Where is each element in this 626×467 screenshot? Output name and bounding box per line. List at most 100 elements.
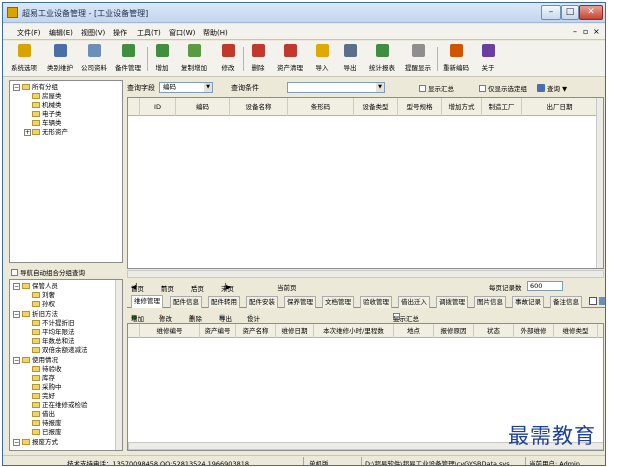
list-item[interactable]: 完好 bbox=[32, 392, 55, 401]
tab-documents[interactable]: 文档管理 bbox=[322, 296, 354, 308]
only-selected-group-checkbox[interactable]: 仅显示选定组 bbox=[479, 83, 527, 93]
add-button[interactable]: 增加 bbox=[149, 44, 175, 74]
column-header[interactable]: 增加方式 bbox=[442, 98, 482, 116]
tab-menu-icon[interactable] bbox=[599, 297, 605, 305]
export-button[interactable]: 导出 bbox=[337, 44, 363, 74]
list-item[interactable]: 采购中 bbox=[32, 383, 62, 392]
section-collapse-toggle[interactable]: − bbox=[13, 357, 20, 364]
tab-accidents[interactable]: 事故记录 bbox=[512, 296, 544, 308]
reminder-display-button[interactable]: 提醒显示 bbox=[401, 44, 435, 74]
tree-collapse-toggle[interactable]: − bbox=[13, 84, 20, 91]
tree-node-electronics[interactable]: 电子类 bbox=[32, 110, 62, 119]
list-item[interactable]: 刘奢 bbox=[32, 291, 55, 300]
column-header[interactable]: 地点 bbox=[394, 324, 434, 338]
section-usage[interactable]: 使用情况 bbox=[22, 356, 58, 365]
delete-button[interactable]: 删除 bbox=[245, 44, 271, 74]
tab-acceptance[interactable]: 验收管理 bbox=[360, 296, 392, 308]
copy-add-button[interactable]: 复制增加 bbox=[177, 44, 211, 74]
column-header[interactable]: 资产名称 bbox=[236, 324, 276, 338]
recode-button[interactable]: 重新编码 bbox=[439, 44, 473, 74]
query-condition-select[interactable]: ▼ bbox=[287, 82, 385, 93]
menu-view[interactable]: 视图(V) bbox=[81, 28, 105, 38]
minimize-button[interactable]: – bbox=[541, 5, 561, 20]
mdi-minimize-button[interactable]: – bbox=[573, 27, 577, 36]
category-maintenance-button[interactable]: 类别维护 bbox=[45, 44, 75, 74]
list-item[interactable]: 库存 bbox=[32, 374, 55, 383]
maximize-button[interactable]: □ bbox=[561, 5, 579, 20]
list-item[interactable]: 正在维修或检验 bbox=[32, 401, 88, 410]
tab-parts-install[interactable]: 配件安装 bbox=[246, 296, 278, 308]
query-button[interactable]: 查询 ▼ bbox=[537, 83, 567, 93]
list-item[interactable]: 借出 bbox=[32, 410, 55, 419]
list-item[interactable]: 不计提折旧 bbox=[32, 319, 75, 328]
per-page-input[interactable]: 600 bbox=[527, 281, 563, 291]
section-collapse-toggle[interactable]: − bbox=[13, 311, 20, 318]
section-custodian[interactable]: 保管人员 bbox=[22, 282, 58, 291]
section-collapse-toggle[interactable]: − bbox=[13, 283, 20, 290]
about-button[interactable]: 关于 bbox=[475, 44, 501, 74]
column-header[interactable]: 外部维修 bbox=[514, 324, 554, 338]
tree-node-intangible[interactable]: 无形资产 bbox=[32, 128, 68, 137]
column-header[interactable]: ID bbox=[140, 98, 176, 116]
column-header[interactable]: 设备名称 bbox=[230, 98, 288, 116]
tree-expand-toggle[interactable]: + bbox=[24, 129, 31, 136]
column-header[interactable]: 维修类型 bbox=[554, 324, 598, 338]
menu-edit[interactable]: 编辑(E) bbox=[49, 28, 73, 38]
menu-file[interactable]: 文件(F) bbox=[17, 28, 41, 38]
column-header[interactable]: 制造工厂 bbox=[482, 98, 522, 116]
column-header[interactable]: 设备类型 bbox=[354, 98, 398, 116]
column-header[interactable]: 型号规格 bbox=[398, 98, 442, 116]
menu-tools[interactable]: 工具(T) bbox=[137, 28, 161, 38]
tab-notes[interactable]: 备注信息 bbox=[550, 296, 582, 308]
asset-clear-button[interactable]: 资产清理 bbox=[273, 44, 307, 74]
edit-button[interactable]: 修改 bbox=[215, 44, 241, 74]
column-header[interactable]: 报修原因 bbox=[434, 324, 474, 338]
close-button[interactable]: ✕ bbox=[579, 5, 603, 20]
system-options-button[interactable]: 系统选项 bbox=[9, 44, 39, 74]
import-button[interactable]: 导入 bbox=[309, 44, 335, 74]
mdi-restore-button[interactable]: ▫ bbox=[583, 27, 588, 36]
show-summary-checkbox[interactable]: 显示汇总 bbox=[419, 83, 454, 93]
column-header[interactable]: 维修编号 bbox=[140, 324, 200, 338]
list-item[interactable]: 平均年限法 bbox=[32, 328, 75, 337]
menu-operation[interactable]: 操作 bbox=[113, 28, 127, 38]
nav-autofilter-checkbox[interactable]: 导航自动组合分组查询 bbox=[11, 267, 85, 277]
list-item[interactable]: 待验收 bbox=[32, 365, 62, 374]
tree-node-machinery[interactable]: 机械类 bbox=[32, 101, 62, 110]
list-item[interactable]: 已报废 bbox=[32, 428, 62, 437]
tree-node-house[interactable]: 房屋类 bbox=[32, 92, 62, 101]
main-horizontal-scrollbar[interactable] bbox=[127, 270, 604, 278]
tab-parts-info[interactable]: 配件信息 bbox=[170, 296, 202, 308]
column-header[interactable]: 资产编号 bbox=[200, 324, 236, 338]
column-header[interactable]: 本次维修小时/里程数 bbox=[314, 324, 394, 338]
column-header[interactable]: 出厂日期 bbox=[522, 98, 598, 116]
column-header[interactable]: 条形码 bbox=[288, 98, 354, 116]
left-vertical-scrollbar[interactable] bbox=[115, 280, 122, 450]
statistics-report-button[interactable]: 统计报表 bbox=[365, 44, 399, 74]
company-info-button[interactable]: 公司资料 bbox=[79, 44, 109, 74]
query-field-select[interactable]: 编码 ▼ bbox=[159, 82, 213, 93]
menu-window[interactable]: 窗口(W) bbox=[169, 28, 195, 38]
tab-parts-transfer[interactable]: 配件转用 bbox=[208, 296, 240, 308]
list-item[interactable]: 孙权 bbox=[32, 300, 55, 309]
list-item[interactable]: 年数总和法 bbox=[32, 337, 75, 346]
section-depreciation[interactable]: 折旧方法 bbox=[22, 310, 58, 319]
column-header[interactable]: 维修日期 bbox=[276, 324, 314, 338]
main-vertical-scrollbar[interactable] bbox=[596, 98, 603, 268]
section-collapse-toggle[interactable]: − bbox=[13, 439, 20, 446]
column-header[interactable]: 状态 bbox=[474, 324, 514, 338]
list-item[interactable]: 待报废 bbox=[32, 419, 62, 428]
column-header[interactable]: 编码 bbox=[176, 98, 230, 116]
tab-allocation[interactable]: 调拨管理 bbox=[436, 296, 468, 308]
list-item[interactable]: 双倍余额递减法 bbox=[32, 346, 88, 355]
tab-lend-return[interactable]: 借出迁入 bbox=[398, 296, 430, 308]
menu-help[interactable]: 帮助(H) bbox=[203, 28, 228, 38]
tab-maintenance[interactable]: 保养管理 bbox=[284, 296, 316, 308]
mdi-close-button[interactable]: × bbox=[593, 27, 600, 36]
tab-images[interactable]: 图片信息 bbox=[474, 296, 506, 308]
section-scrap-method[interactable]: 报废方式 bbox=[22, 438, 58, 447]
parts-management-button[interactable]: 备件管理 bbox=[113, 44, 143, 74]
tree-node-vehicles[interactable]: 车辆类 bbox=[32, 119, 62, 128]
tab-repair[interactable]: 维修管理 bbox=[131, 295, 163, 308]
tab-scroll-icon[interactable] bbox=[589, 297, 597, 305]
